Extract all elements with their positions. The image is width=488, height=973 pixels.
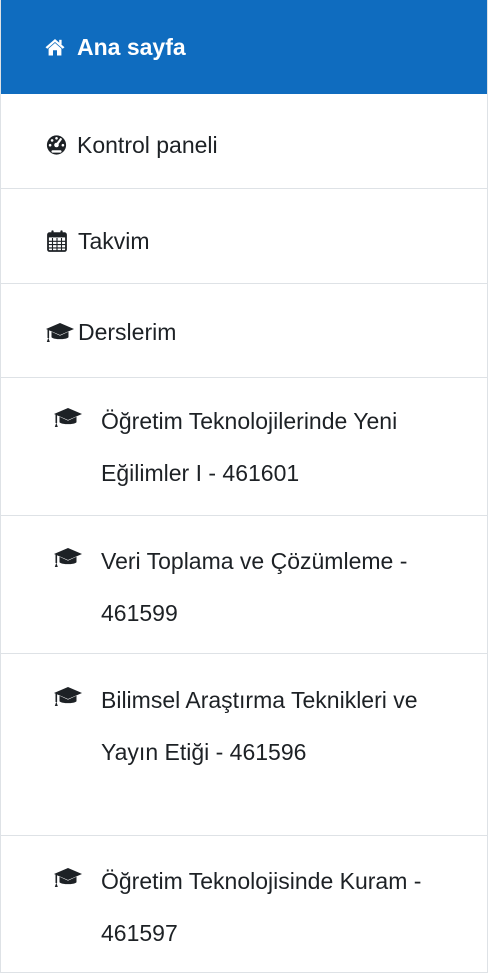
nav-item-label: Veri Toplama ve Çözümleme - 461599 <box>101 548 408 626</box>
nav-item-label: Ana sayfa <box>77 34 186 60</box>
nav-item-label: Takvim <box>78 228 150 254</box>
nav-item-home[interactable]: Ana sayfa <box>1 0 487 94</box>
graduation-cap-icon <box>45 321 75 343</box>
calendar-icon <box>47 230 67 252</box>
nav-item-label: Öğretim Teknolojisinde Kuram - 461597 <box>101 868 422 946</box>
nav-item-dashboard[interactable]: Kontrol paneli <box>1 94 487 189</box>
home-icon <box>45 38 65 56</box>
nav-item-calendar[interactable]: Takvim <box>1 189 487 284</box>
graduation-cap-icon <box>53 685 83 707</box>
graduation-cap-icon <box>53 406 83 428</box>
nav-item-label: Kontrol paneli <box>77 132 218 158</box>
nav-item-course[interactable]: Veri Toplama ve Çözümleme - 461599 <box>1 516 487 654</box>
graduation-cap-icon <box>53 546 83 568</box>
dashboard-icon <box>45 135 68 155</box>
nav-item-course[interactable]: Öğretim Teknolojisinde Kuram - 461597 <box>1 836 487 973</box>
nav-item-label: Derslerim <box>78 319 177 345</box>
nav-item-course[interactable]: Bilimsel Araştırma Teknikleri ve Yayın E… <box>1 654 487 836</box>
nav-item-my-courses[interactable]: Derslerim <box>1 284 487 378</box>
graduation-cap-icon <box>53 866 83 888</box>
nav-item-course[interactable]: Öğretim Teknolojilerinde Yeni Eğilimler … <box>1 378 487 516</box>
nav-item-label: Bilimsel Araştırma Teknikleri ve Yayın E… <box>101 687 418 765</box>
nav-item-label: Öğretim Teknolojilerinde Yeni Eğilimler … <box>101 408 398 486</box>
sidebar-navigation: Ana sayfa Kontrol paneli Takvim Dersleri… <box>0 0 488 973</box>
